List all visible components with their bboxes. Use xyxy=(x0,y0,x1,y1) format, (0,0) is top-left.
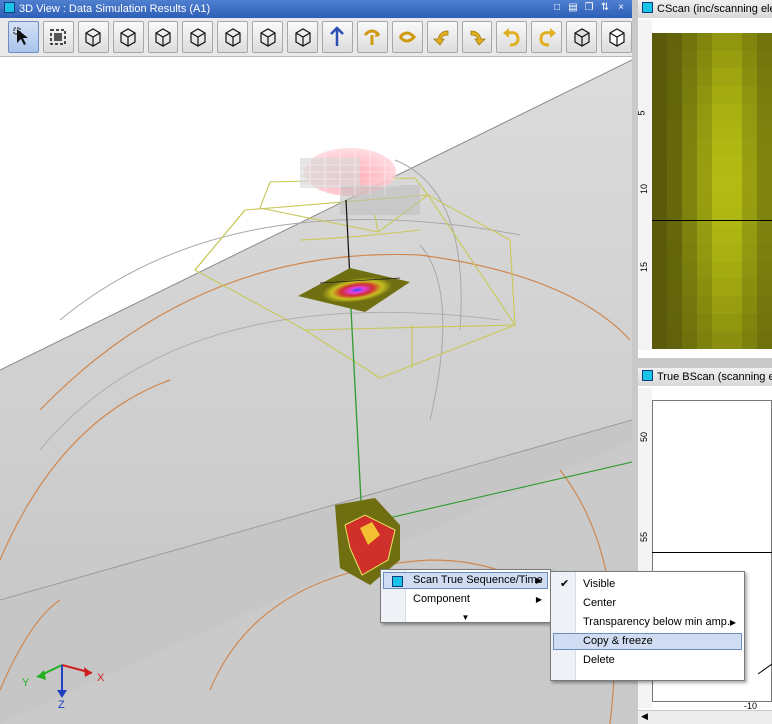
axis-up-button[interactable] xyxy=(322,21,353,53)
solid-box-button[interactable] xyxy=(601,21,632,53)
horizontal-splitter[interactable] xyxy=(638,358,772,368)
submenu-item-label: Center xyxy=(583,597,617,609)
pin-icon[interactable]: ⇅ xyxy=(598,1,612,15)
context-menu-item-0[interactable]: Scan True Sequence/Time ▶ xyxy=(383,572,548,589)
submenu-item-1[interactable]: Center xyxy=(553,595,742,612)
submenu-arrow-icon: ▶ xyxy=(729,618,736,627)
axis-y-label: Y xyxy=(22,677,30,689)
submenu-item-0[interactable]: ✔ Visible xyxy=(553,576,742,593)
view-top-button[interactable] xyxy=(287,21,319,53)
context-menu-item-label: Scan True Sequence/Time xyxy=(413,574,543,586)
wireframe-box-button[interactable] xyxy=(566,21,598,53)
rotate-ccw-icon xyxy=(399,31,417,43)
bscan-title: True BScan (scanning elec xyxy=(657,371,772,383)
turn-left-icon xyxy=(433,30,449,46)
view-top-icon xyxy=(294,28,311,47)
axis-x-label: X xyxy=(97,672,105,684)
bscan-titlebar[interactable]: True BScan (scanning elec xyxy=(638,368,772,386)
submenu-item-label: Copy & freeze xyxy=(583,635,653,647)
submenu-item-3[interactable]: Copy & freeze xyxy=(553,633,742,650)
cscan-pane: CScan (inc/scanning elec 5 10 15 xyxy=(638,0,772,358)
document-icon[interactable]: □ xyxy=(550,1,564,15)
cscan-y-tick-label: 15 xyxy=(639,261,650,273)
context-menu-item-label: ▼ xyxy=(461,613,470,622)
bscan-trace xyxy=(758,663,772,675)
view-left-icon xyxy=(225,28,241,47)
bscan-y-tick-label: 55 xyxy=(639,531,650,543)
window-controls: □ ▤ ❐ ⇅ × xyxy=(550,1,628,17)
view-right-icon xyxy=(260,28,276,47)
window-icon xyxy=(642,370,653,381)
view-back-icon xyxy=(190,28,206,47)
view-front-icon xyxy=(155,28,171,47)
undo-button[interactable] xyxy=(496,21,528,53)
view3d-toolbar xyxy=(0,18,632,57)
turn-left-button[interactable] xyxy=(426,21,458,53)
fit-view-icon xyxy=(50,29,67,45)
undo-icon xyxy=(502,28,520,47)
axis-up-icon xyxy=(330,26,345,46)
view-left-button[interactable] xyxy=(217,21,249,53)
solid-box-icon xyxy=(608,28,625,47)
context-menu-item-1[interactable]: Component ▶ xyxy=(383,591,548,608)
redo-icon xyxy=(539,28,556,47)
cscan-title: CScan (inc/scanning elec xyxy=(657,3,772,15)
view-right-button[interactable] xyxy=(252,21,284,53)
bscan-cursor-line[interactable] xyxy=(652,552,772,553)
cscan-titlebar[interactable]: CScan (inc/scanning elec xyxy=(638,0,772,18)
view-front-button[interactable] xyxy=(147,21,179,53)
restore-icon[interactable]: ❐ xyxy=(582,1,596,15)
scan-sequence-icon xyxy=(392,576,403,587)
list-icon[interactable]: ▤ xyxy=(566,1,580,15)
rotate-cw-icon xyxy=(364,29,381,45)
submenu: ✔ Visible Center Transparency below min amp… xyxy=(550,571,745,681)
bscan-y-tick-label: 50 xyxy=(639,431,650,443)
turn-right-icon xyxy=(470,30,486,46)
view3d-titlebar[interactable]: 3D View : Data Simulation Results (A1) □… xyxy=(0,0,632,18)
scroll-left-icon[interactable]: ◀ xyxy=(641,711,648,722)
view-iso-2-icon xyxy=(120,28,136,47)
select-pointer-button[interactable] xyxy=(8,21,39,53)
wireframe-box-icon xyxy=(574,28,590,47)
rotate-ccw-button[interactable] xyxy=(391,21,423,53)
view3d-title: 3D View : Data Simulation Results (A1) xyxy=(19,3,211,15)
view-iso-1-button[interactable] xyxy=(77,21,109,53)
window-icon xyxy=(642,2,653,13)
bscan-scrollbar[interactable]: ◀ xyxy=(638,710,772,724)
view-iso-1-icon xyxy=(85,28,101,47)
cscan-cursor-line[interactable] xyxy=(652,220,772,221)
submenu-item-2[interactable]: Transparency below min amp. ▶ xyxy=(553,614,742,631)
submenu-item-label: Visible xyxy=(583,578,616,590)
cscan-y-tick-label: 10 xyxy=(639,183,650,195)
submenu-arrow-icon: ▶ xyxy=(535,595,542,604)
select-pointer-icon xyxy=(13,27,29,45)
context-menu: Scan True Sequence/Time ▶ Component ▶ ▼ xyxy=(380,569,551,623)
fit-view-button[interactable] xyxy=(42,21,74,53)
context-menu-item-label: Component xyxy=(413,593,470,605)
submenu-item-4[interactable]: Delete xyxy=(553,652,742,669)
checkmark-icon: ✔ xyxy=(560,578,570,590)
axis-z-label: Z xyxy=(58,699,65,711)
cscan-image[interactable] xyxy=(652,33,772,349)
window-icon xyxy=(4,2,15,13)
context-menu-item-2[interactable]: ▼ xyxy=(381,610,550,625)
submenu-item-label: Delete xyxy=(583,654,615,666)
submenu-arrow-icon: ▶ xyxy=(535,576,542,585)
rotate-cw-button[interactable] xyxy=(356,21,388,53)
view-back-button[interactable] xyxy=(182,21,214,53)
view-iso-2-button[interactable] xyxy=(112,21,144,53)
redo-button[interactable] xyxy=(531,21,563,53)
cscan-y-tick-label: 5 xyxy=(638,110,647,115)
submenu-item-label: Transparency below min amp. xyxy=(583,616,730,628)
turn-right-button[interactable] xyxy=(461,21,493,53)
close-icon[interactable]: × xyxy=(614,1,628,15)
